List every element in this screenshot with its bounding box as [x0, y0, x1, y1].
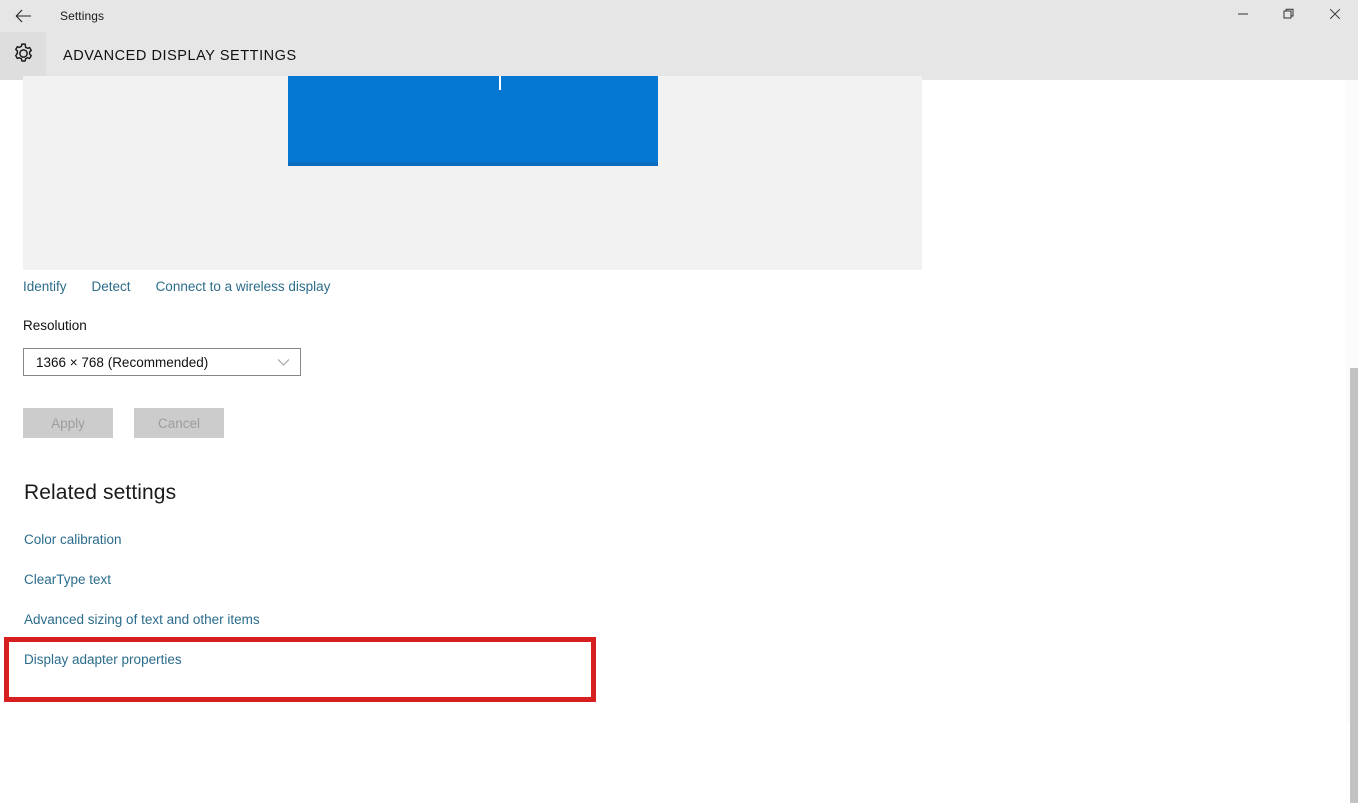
cancel-button[interactable]: Cancel [134, 408, 224, 438]
app-title: Settings [60, 9, 105, 23]
back-arrow-icon [15, 9, 32, 23]
related-link-advanced-sizing[interactable]: Advanced sizing of text and other items [24, 612, 260, 627]
close-icon [1329, 7, 1341, 25]
vertical-scrollbar-thumb[interactable] [1350, 368, 1358, 803]
minimize-icon [1237, 7, 1249, 25]
page-header: ADVANCED DISPLAY SETTINGS [0, 32, 1358, 80]
related-settings-heading: Related settings [24, 481, 177, 504]
monitor-notch-marker [499, 76, 501, 90]
related-link-color-calibration[interactable]: Color calibration [24, 532, 122, 547]
restore-button[interactable] [1266, 0, 1312, 32]
page-title: ADVANCED DISPLAY SETTINGS [63, 48, 297, 64]
resolution-label: Resolution [23, 318, 87, 333]
connect-wireless-display-link[interactable]: Connect to a wireless display [156, 279, 331, 294]
window-controls [1220, 0, 1358, 32]
related-link-cleartype-text[interactable]: ClearType text [24, 572, 111, 587]
display-action-links: Identify Detect Connect to a wireless di… [23, 279, 330, 294]
action-button-row: Apply Cancel [23, 408, 224, 438]
settings-gear-button[interactable] [0, 32, 46, 80]
title-bar: Settings [0, 0, 1358, 32]
apply-button[interactable]: Apply [23, 408, 113, 438]
resolution-value: 1366 × 768 (Recommended) [36, 354, 209, 370]
resolution-dropdown[interactable]: 1366 × 768 (Recommended) [23, 348, 301, 376]
monitor-thumbnail-1[interactable] [288, 76, 658, 162]
display-preview-panel [23, 76, 922, 270]
close-button[interactable] [1312, 0, 1358, 32]
monitor-base-shadow [288, 162, 658, 166]
detect-link[interactable]: Detect [92, 279, 131, 294]
related-link-display-adapter-properties[interactable]: Display adapter properties [24, 652, 182, 667]
gear-icon [12, 42, 35, 70]
chevron-down-icon [277, 358, 290, 367]
identify-link[interactable]: Identify [23, 279, 67, 294]
back-button[interactable] [0, 0, 46, 32]
restore-icon [1283, 7, 1295, 25]
minimize-button[interactable] [1220, 0, 1266, 32]
vertical-scrollbar-track[interactable] [1346, 80, 1358, 803]
settings-content: Identify Detect Connect to a wireless di… [0, 76, 1358, 723]
